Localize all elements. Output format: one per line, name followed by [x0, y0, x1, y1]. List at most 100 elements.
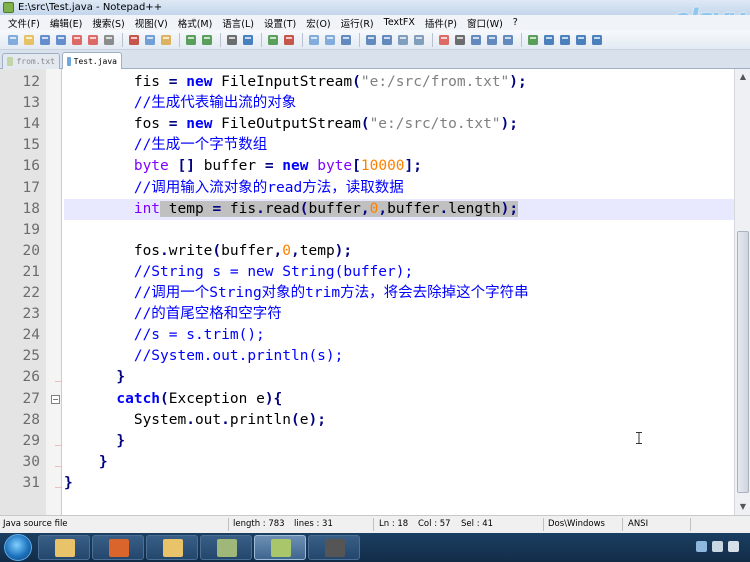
- replace-button[interactable]: [241, 33, 255, 47]
- code-text: fos = new FileOutputStream("e:/src/to.tx…: [64, 116, 518, 133]
- close-all-button[interactable]: [86, 33, 100, 47]
- save-all-button[interactable]: [54, 33, 68, 47]
- paste-button[interactable]: [159, 33, 173, 47]
- menu-window[interactable]: 窗口(W): [462, 16, 508, 30]
- sync-vertical-button[interactable]: [307, 33, 321, 47]
- line-number: 19: [22, 221, 40, 238]
- menu-edit[interactable]: 编辑(E): [45, 16, 87, 30]
- bookmark-button[interactable]: [574, 33, 588, 47]
- open-file-button[interactable]: [22, 33, 36, 47]
- status-divider: [543, 518, 544, 531]
- code-line[interactable]: 31}: [0, 473, 734, 494]
- code-line[interactable]: 22 //调用一个String对象的trim方法，将会去除掉这个字符串: [0, 283, 734, 304]
- code-line[interactable]: 24 //s = s.trim();: [0, 325, 734, 346]
- volume-icon[interactable]: [728, 541, 739, 552]
- code-line[interactable]: 30 }: [0, 452, 734, 473]
- zoom-out-button[interactable]: [282, 33, 296, 47]
- scroll-up-icon[interactable]: ▲: [738, 72, 748, 82]
- scrollbar-thumb[interactable]: [737, 231, 749, 493]
- taskbar-app-button[interactable]: [146, 535, 198, 560]
- code-line[interactable]: 15 //生成一个字节数组: [0, 135, 734, 156]
- code-line[interactable]: 17 //调用输入流对象的read方法，读取数据: [0, 178, 734, 199]
- find-button[interactable]: [225, 33, 239, 47]
- zoom-in-icon: [268, 34, 278, 45]
- code-line[interactable]: 21 //String s = new String(buffer);: [0, 262, 734, 283]
- status-divider: [228, 518, 229, 531]
- play-macro-button[interactable]: [469, 33, 483, 47]
- vertical-scrollbar[interactable]: ▲ ▼: [734, 69, 750, 515]
- menu-search[interactable]: 搜索(S): [87, 16, 129, 30]
- menu-language[interactable]: 语言(L): [217, 16, 259, 30]
- code-line[interactable]: 16 byte [] buffer = new byte[10000];: [0, 156, 734, 177]
- book-icon: [217, 539, 237, 557]
- save-macro-button[interactable]: [501, 33, 515, 47]
- check-button[interactable]: [590, 33, 604, 47]
- cut-button[interactable]: [127, 33, 141, 47]
- next-icon: [560, 34, 570, 45]
- bookmark-icon: [576, 34, 586, 45]
- code-line[interactable]: 19: [0, 220, 734, 241]
- print-button[interactable]: [102, 33, 116, 47]
- menu-format[interactable]: 格式(M): [173, 16, 218, 30]
- indent-guide-button[interactable]: [380, 33, 394, 47]
- code-line[interactable]: 27 catch(Exception e){: [0, 389, 734, 410]
- toolbar: [0, 30, 750, 50]
- doc-map-icon: [414, 34, 424, 45]
- next-button[interactable]: [558, 33, 572, 47]
- menu-macro[interactable]: 宏(O): [301, 16, 335, 30]
- copy-button[interactable]: [143, 33, 157, 47]
- network-icon[interactable]: [712, 541, 723, 552]
- record-macro-button[interactable]: [437, 33, 451, 47]
- close-button[interactable]: [70, 33, 84, 47]
- user-lang-button[interactable]: [396, 33, 410, 47]
- taskbar-app-button[interactable]: [308, 535, 360, 560]
- word-wrap-button[interactable]: [339, 33, 353, 47]
- line-number: 25: [22, 348, 40, 365]
- taskbar-app-button[interactable]: [92, 535, 144, 560]
- line-number: 16: [22, 158, 40, 175]
- fold-collapse-icon[interactable]: −: [51, 394, 60, 404]
- code-line[interactable]: 23 //的首尾空格和空字符: [0, 304, 734, 325]
- menu-textfx[interactable]: TextFX: [379, 17, 420, 28]
- save-button[interactable]: [38, 33, 52, 47]
- code-line[interactable]: 25 //System.out.println(s);: [0, 346, 734, 367]
- doc-map-button[interactable]: [412, 33, 426, 47]
- code-line[interactable]: 26 }: [0, 367, 734, 388]
- tray-arrow-icon[interactable]: [696, 541, 707, 552]
- line-number: 18: [22, 200, 40, 217]
- code-editor[interactable]: 12 fis = new FileInputStream("e:/src/fro…: [0, 69, 734, 515]
- show-all-chars-button[interactable]: [364, 33, 378, 47]
- menu-settings[interactable]: 设置(T): [259, 16, 301, 30]
- taskbar-app-button[interactable]: [200, 535, 252, 560]
- scroll-down-icon[interactable]: ▼: [738, 502, 748, 512]
- code-line[interactable]: 20 fos.write(buffer,0,temp);: [0, 241, 734, 262]
- menu-plugins[interactable]: 插件(P): [420, 16, 462, 30]
- menu-run[interactable]: 运行(R): [336, 16, 379, 30]
- stop-record-button[interactable]: [453, 33, 467, 47]
- menu-view[interactable]: 视图(V): [130, 16, 173, 30]
- zoom-in-button[interactable]: [266, 33, 280, 47]
- powerpoint-icon: [109, 539, 129, 557]
- line-number: 12: [22, 74, 40, 90]
- spell-check-button[interactable]: [526, 33, 540, 47]
- redo-button[interactable]: [200, 33, 214, 47]
- menu-file[interactable]: 文件(F): [3, 16, 45, 30]
- code-line[interactable]: 13 //生成代表输出流的对象: [0, 93, 734, 114]
- new-file-button[interactable]: [6, 33, 20, 47]
- code-line[interactable]: 29 }: [0, 431, 734, 452]
- start-button[interactable]: [4, 534, 32, 561]
- code-line[interactable]: 12 fis = new FileInputStream("e:/src/fro…: [0, 72, 734, 93]
- tab-test-java[interactable]: Test.java: [62, 52, 122, 70]
- menu-help[interactable]: ?: [508, 17, 523, 28]
- sync-horizontal-button[interactable]: [323, 33, 337, 47]
- previous-button[interactable]: [542, 33, 556, 47]
- taskbar-app-button[interactable]: [254, 535, 306, 560]
- taskbar-app-button[interactable]: [38, 535, 90, 560]
- run-macro-multiple-button[interactable]: [485, 33, 499, 47]
- code-line[interactable]: 14 fos = new FileOutputStream("e:/src/to…: [0, 114, 734, 135]
- code-line[interactable]: 18 int temp = fis.read(buffer,0,buffer.l…: [0, 198, 734, 220]
- tab-from-txt[interactable]: from.txt: [2, 53, 60, 69]
- code-line[interactable]: 28 System.out.println(e);: [0, 410, 734, 431]
- undo-button[interactable]: [184, 33, 198, 47]
- user-lang-icon: [398, 34, 408, 45]
